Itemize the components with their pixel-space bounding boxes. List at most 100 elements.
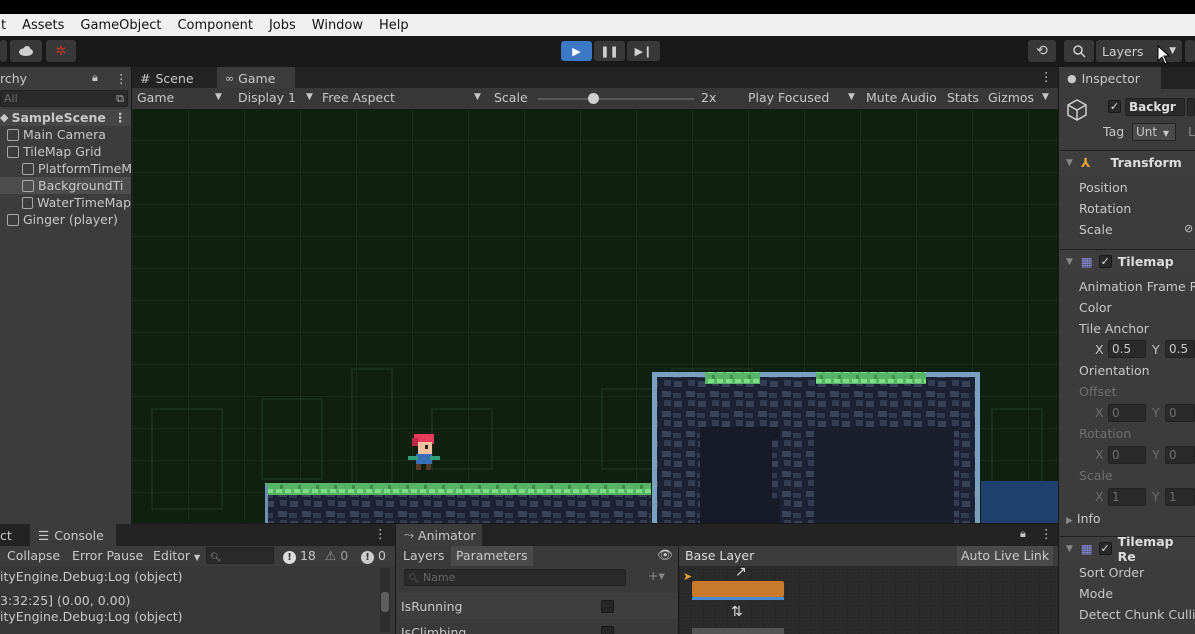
auto-live-link-toggle[interactable]: Auto Live Link [957, 546, 1054, 566]
link-icon[interactable]: ⊘ [1184, 222, 1193, 235]
anchor-x-field[interactable]: 0.5 [1108, 340, 1146, 358]
animator-state-node[interactable] [692, 581, 784, 597]
mute-audio-toggle[interactable]: Mute Audio [866, 90, 937, 105]
tab-scene[interactable]: # Scene [132, 67, 216, 89]
parameter-checkbox[interactable] [601, 599, 614, 613]
search-icon: 🔍︎ [408, 574, 420, 584]
pause-button[interactable]: ❚❚ [594, 41, 625, 61]
static-checkbox[interactable] [1187, 98, 1195, 116]
parameter-checkbox[interactable] [601, 625, 614, 634]
gizmos-dropdown[interactable]: Gizmos ▼ [988, 90, 1049, 105]
scene-root[interactable]: ◆ SampleScene ⋮ [0, 109, 131, 126]
aspect-dropdown[interactable]: Free Aspect ▼ [322, 90, 481, 105]
play-focused-dropdown[interactable]: Play Focused ▼ [748, 90, 855, 105]
menu-item-help[interactable]: Help [379, 18, 409, 33]
tilemap-header[interactable]: ▼ ▦ ✓ Tilemap [1060, 249, 1195, 273]
menu-item-window[interactable]: Window [312, 18, 363, 33]
gameobject-icon [22, 179, 34, 192]
collapse-toggle[interactable]: Collapse [7, 548, 60, 563]
transition-arrow-icon: ↗ [735, 564, 747, 580]
animator-graph[interactable]: Base Layer Auto Live Link ↗ ⇅ ➤ [679, 546, 1058, 634]
cloud-button[interactable] [10, 40, 42, 62]
hierarchy-item-ginger-player[interactable]: Ginger (player) [7, 211, 118, 228]
hierarchy-search-input[interactable]: All ⧉ [0, 90, 128, 107]
step-button[interactable]: ▶❙ [627, 41, 660, 61]
view-select-dropdown[interactable]: Game ▼ [137, 90, 222, 105]
tag-dropdown[interactable]: Unt ▼ [1132, 123, 1176, 141]
hierarchy-item-water-tilemap[interactable]: WaterTimeMap [22, 194, 131, 211]
error-count-toggle[interactable]: ! 0 [361, 548, 386, 564]
hierarchy-item-platform-tilemap[interactable]: PlatformTimeM [22, 160, 132, 177]
menu-item-assets[interactable]: Assets [22, 18, 64, 33]
history-button[interactable]: ⟲ [1028, 40, 1056, 62]
parameter-row-isclimbing[interactable]: IsClimbing [397, 619, 678, 634]
game-tab-label: Game [238, 70, 276, 86]
warning-count-toggle[interactable]: ⚠ 0 [325, 548, 348, 563]
tab-inspector[interactable]: ● Inspector [1059, 67, 1161, 89]
console-tabbar: ct ☰ Console ⋮ [0, 524, 395, 546]
display-dropdown[interactable]: Display 1 ▼ [238, 90, 313, 105]
animator-state-node-lower[interactable] [692, 628, 784, 634]
transform-title: Transform [1110, 155, 1182, 170]
parameter-row-isrunning[interactable]: IsRunning [397, 593, 678, 619]
console-scrollbar[interactable] [380, 568, 390, 632]
menu-item-component[interactable]: Component [177, 18, 252, 33]
tab-console[interactable]: ☰ Console [30, 524, 116, 546]
tab-animator[interactable]: ⤳ Animator [396, 524, 482, 546]
kebab-menu-icon[interactable]: ⋮ [1040, 526, 1053, 541]
view-select-label: Game [137, 90, 175, 105]
hierarchy-item-label: TileMap Grid [23, 144, 102, 159]
eye-icon[interactable]: 👁︎ [657, 547, 673, 563]
animator-layers-tab[interactable]: Layers [403, 548, 444, 563]
tab-hierarchy[interactable]: rchy 🔒︎ ⋮ [0, 67, 131, 89]
state-progress-bar [692, 597, 784, 600]
scrollbar-thumb[interactable] [381, 592, 389, 612]
parameter-search-input[interactable]: 🔍︎ Name [404, 569, 626, 586]
tilemap-renderer-enabled-checkbox[interactable]: ✓ [1098, 542, 1112, 555]
anchor-y-field[interactable]: 0.5 [1165, 340, 1195, 358]
console-log-line[interactable]: ityEngine.Debug:Log (object) [0, 609, 182, 624]
account-button[interactable] [0, 40, 7, 62]
stats-toggle[interactable]: Stats [947, 90, 979, 105]
console-log-line[interactable]: ityEngine.Debug:Log (object) [0, 569, 182, 584]
menu-item-jobs[interactable]: Jobs [269, 18, 296, 33]
object-name-field[interactable]: Backgr [1125, 98, 1185, 116]
lock-icon[interactable]: 🔒︎ [1020, 527, 1026, 541]
hierarchy-item-tilemap-grid[interactable]: TileMap Grid [7, 143, 101, 160]
console-search-input[interactable]: 🔍︎ [206, 547, 274, 564]
active-checkbox[interactable]: ✓ [1108, 100, 1121, 113]
orientation-label: Orientation [1079, 363, 1150, 378]
kebab-menu-icon[interactable]: ⋮ [1040, 69, 1053, 84]
kebab-menu-icon[interactable]: ⋮ [114, 110, 127, 125]
tilemap-enabled-checkbox[interactable]: ✓ [1098, 255, 1112, 268]
lock-icon[interactable]: 🔒︎ [92, 71, 98, 85]
kebab-menu-icon[interactable]: ⋮ [374, 526, 387, 541]
log-count-toggle[interactable]: ! 18 [283, 548, 316, 564]
info-foldout[interactable]: ▶ Info [1066, 511, 1101, 526]
error-pause-toggle[interactable]: Error Pause [72, 548, 143, 563]
scale-slider-handle[interactable] [588, 93, 599, 104]
menu-item-gameobject[interactable]: GameObject [80, 18, 161, 33]
search-button[interactable] [1064, 40, 1094, 62]
transform-header[interactable]: ▼ ⅄ Transform [1060, 150, 1195, 174]
menu-item-edit[interactable]: t [1, 18, 6, 33]
play-button[interactable]: ▶ [561, 41, 592, 61]
scale-slider-track[interactable] [538, 98, 694, 100]
editor-dropdown[interactable]: Editor ▼ [153, 548, 200, 563]
tab-game[interactable]: ∞ Game [217, 67, 295, 89]
tab-project[interactable]: ct [0, 524, 28, 546]
add-parameter-icon[interactable]: +▾ [648, 568, 665, 583]
tilemap-renderer-header[interactable]: ▼ ▦ ✓ Tilemap Re [1060, 534, 1195, 564]
collab-button[interactable]: ✲ [46, 40, 76, 62]
scene-name: SampleScene [11, 110, 106, 125]
layout-dropdown[interactable] [1185, 40, 1195, 62]
console-log-line[interactable]: 3:32:25] (0.00, 0.00) [0, 593, 130, 608]
filter-icon[interactable]: ⧉ [116, 91, 124, 107]
kebab-menu-icon[interactable]: ⋮ [115, 71, 128, 86]
base-layer-breadcrumb[interactable]: Base Layer [685, 548, 754, 563]
hierarchy-item-main-camera[interactable]: Main Camera [7, 126, 106, 143]
game-viewport[interactable] [132, 109, 1058, 523]
hierarchy-item-background-tilemap[interactable]: BackgroundTi [0, 177, 131, 194]
animator-parameters-tab[interactable]: Parameters [451, 546, 533, 566]
warning-icon: ⚠ [325, 548, 337, 563]
